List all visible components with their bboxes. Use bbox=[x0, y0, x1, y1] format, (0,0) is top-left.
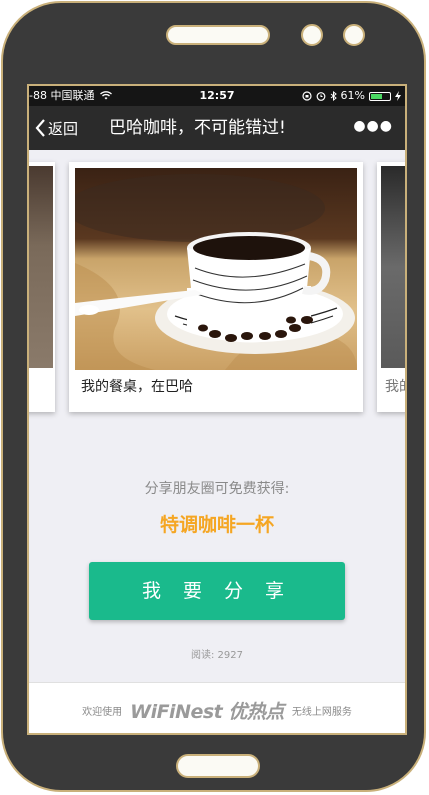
page-title: 巴哈咖啡，不可能错过! bbox=[109, 118, 286, 138]
carousel-card-current[interactable]: 我的餐桌，在巴哈 bbox=[69, 162, 363, 412]
nav-bar: 返回 巴哈咖啡，不可能错过! ●●● bbox=[29, 106, 405, 150]
charging-icon bbox=[395, 91, 401, 101]
footer-tagline: 无线上网服务 bbox=[291, 707, 352, 718]
footer: 欢迎使用 WiFiNest 优热点 无线上网服务 bbox=[29, 682, 405, 733]
share-tip: 分享朋友圈可免费获得: bbox=[144, 481, 290, 497]
share-button[interactable]: 我 要 分 享 bbox=[89, 562, 345, 620]
front-camera bbox=[301, 24, 323, 46]
chevron-left-icon bbox=[35, 119, 45, 137]
alarm-icon bbox=[316, 92, 325, 101]
image-carousel[interactable]: 我的餐桌，在巴哈 我的 bbox=[29, 150, 405, 418]
back-label: 返回 bbox=[48, 119, 79, 138]
status-bar: -88 中国联通 12:57 61% bbox=[29, 86, 405, 106]
more-dots-icon[interactable]: ●●● bbox=[353, 118, 393, 134]
front-sensor bbox=[343, 24, 365, 46]
home-button[interactable] bbox=[176, 754, 260, 778]
battery-fill bbox=[371, 93, 382, 99]
bluetooth-icon bbox=[330, 91, 337, 101]
clock: 12:57 bbox=[199, 89, 235, 102]
footer-welcome: 欢迎使用 bbox=[82, 707, 123, 718]
status-icons: 61% bbox=[301, 86, 401, 106]
earpiece-speaker bbox=[166, 25, 270, 45]
offer-text: 特调咖啡一杯 bbox=[159, 514, 274, 536]
battery-icon bbox=[369, 91, 391, 101]
next-caption: 我的 bbox=[385, 379, 405, 395]
rotation-lock-icon bbox=[301, 91, 312, 101]
battery-percent: 61% bbox=[340, 89, 365, 102]
wifi-icon bbox=[100, 91, 112, 100]
carrier-label: -88 中国联通 bbox=[29, 86, 112, 106]
phone-frame: -88 中国联通 12:57 61% 返回 巴哈咖啡，不可能错过! ●●● 我的… bbox=[1, 1, 426, 792]
read-count: 阅读: 2927 bbox=[191, 650, 243, 661]
carousel-card-prev[interactable] bbox=[29, 162, 55, 412]
back-button[interactable]: 返回 bbox=[35, 106, 78, 150]
screen: -88 中国联通 12:57 61% 返回 巴哈咖啡，不可能错过! ●●● 我的… bbox=[27, 84, 407, 735]
coffee-photo bbox=[75, 168, 357, 370]
brand-logo: WiFiNest 优热点 bbox=[130, 701, 284, 723]
carousel-caption: 我的餐桌，在巴哈 bbox=[81, 379, 193, 395]
coffee-cup-illustration bbox=[75, 174, 357, 370]
carousel-card-next[interactable]: 我的 bbox=[377, 162, 405, 412]
prev-photo bbox=[29, 166, 53, 368]
next-photo bbox=[381, 166, 405, 368]
